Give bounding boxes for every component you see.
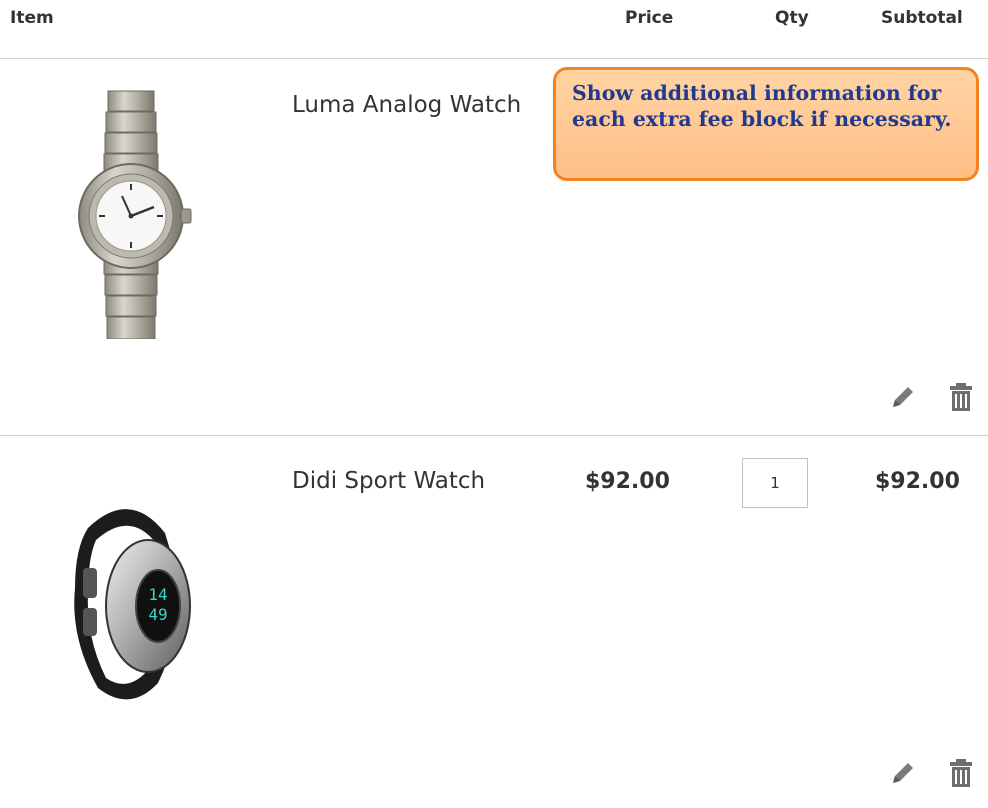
trash-icon [950, 383, 972, 411]
delete-item-button[interactable] [944, 756, 978, 790]
item-actions [886, 756, 986, 790]
column-header-qty: Qty [775, 8, 809, 28]
product-name-link[interactable]: Didi Sport Watch [292, 468, 485, 494]
delete-item-button[interactable] [944, 380, 978, 414]
item-actions [886, 380, 986, 414]
edit-item-button[interactable] [886, 380, 920, 414]
qty-input[interactable] [742, 458, 808, 508]
item-subtotal: $92.00 [875, 469, 960, 494]
column-header-subtotal: Subtotal [881, 8, 963, 28]
cart-item-row: 14 49 Didi Sport Watch $92.00 $92.00 [0, 436, 988, 808]
svg-text:49: 49 [148, 605, 167, 624]
product-image-didi-sport-watch[interactable]: 14 49 [30, 488, 230, 738]
trash-icon [950, 759, 972, 787]
item-price: $92.00 [585, 469, 670, 494]
column-header-item: Item [10, 8, 54, 28]
product-name-link[interactable]: Luma Analog Watch [292, 92, 521, 118]
svg-text:14: 14 [148, 585, 167, 604]
pencil-icon [893, 387, 913, 407]
info-callout: Show additional information for each ext… [553, 67, 979, 181]
edit-item-button[interactable] [886, 756, 920, 790]
column-header-price: Price [625, 8, 674, 28]
pencil-icon [893, 763, 913, 783]
product-image-luma-analog-watch[interactable] [30, 89, 230, 340]
cart-table-header: Item Price Qty Subtotal [0, 0, 988, 59]
analog-watch-image [78, 90, 192, 340]
sport-watch-image: 14 49 [74, 509, 191, 700]
